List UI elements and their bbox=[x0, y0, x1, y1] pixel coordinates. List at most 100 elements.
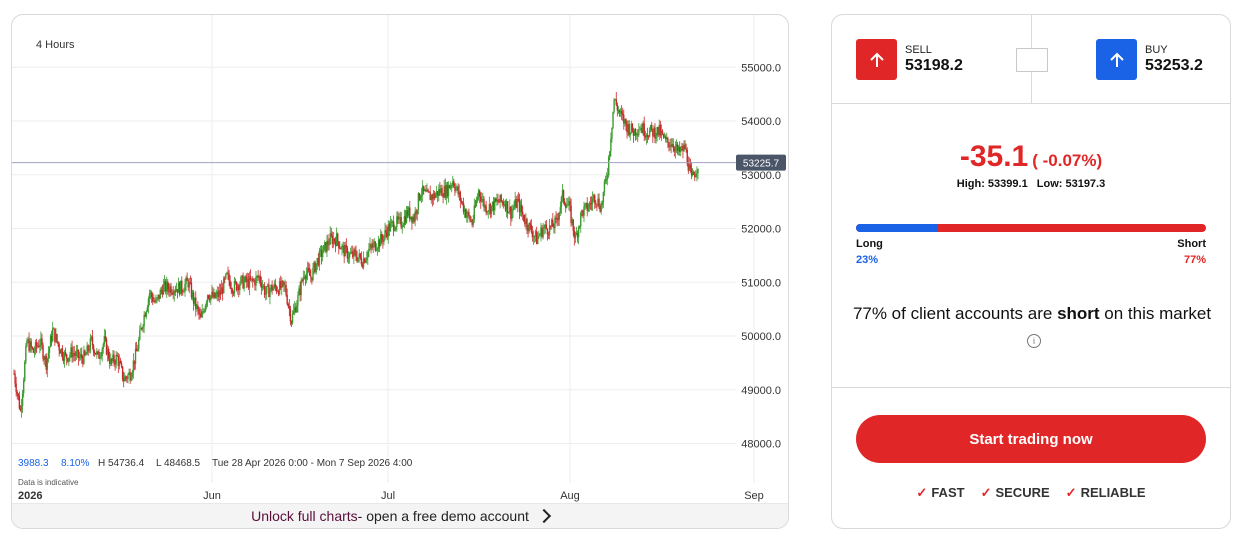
candle-body bbox=[337, 233, 339, 242]
candle-body bbox=[634, 129, 637, 136]
candle-body bbox=[287, 303, 289, 306]
candle-body bbox=[130, 376, 132, 381]
candle-body bbox=[451, 185, 453, 187]
candle-body bbox=[203, 311, 206, 313]
buy-price: 53253.2 bbox=[1145, 57, 1203, 74]
candle-body bbox=[227, 272, 229, 274]
candle-body bbox=[225, 273, 227, 279]
candle-body bbox=[537, 236, 539, 245]
info-icon[interactable]: i bbox=[1027, 333, 1041, 348]
sell-quote[interactable]: SELL 53198.2 bbox=[856, 39, 963, 80]
candle-body bbox=[672, 144, 674, 149]
candle-body bbox=[602, 192, 605, 203]
candle-body bbox=[26, 340, 28, 347]
candle-body bbox=[460, 200, 463, 202]
y-tick-label: 51000.0 bbox=[741, 277, 781, 289]
candle-body bbox=[655, 135, 657, 139]
candle-body bbox=[360, 257, 363, 265]
candle-body bbox=[230, 287, 232, 290]
candle-body bbox=[680, 149, 682, 153]
candle-body bbox=[310, 275, 312, 278]
candle-body bbox=[552, 219, 554, 227]
buy-button[interactable] bbox=[1096, 39, 1137, 80]
candle-body bbox=[25, 346, 27, 363]
candle-body bbox=[434, 194, 437, 199]
candle-body bbox=[468, 212, 470, 216]
candle-body bbox=[395, 227, 397, 230]
candle-body bbox=[224, 278, 226, 280]
candle-body bbox=[91, 336, 94, 346]
candle-body bbox=[127, 374, 129, 379]
candle-body bbox=[348, 253, 351, 258]
candle-body bbox=[186, 277, 188, 281]
candle-body bbox=[333, 238, 336, 242]
feature-label: RELIABLE bbox=[1080, 485, 1146, 500]
candle-body bbox=[401, 226, 403, 228]
sell-button[interactable] bbox=[856, 39, 897, 80]
candle-body bbox=[204, 305, 207, 312]
candle-body bbox=[197, 305, 199, 309]
candle-body bbox=[512, 208, 514, 211]
candle-body bbox=[648, 130, 651, 137]
candle-body bbox=[92, 345, 95, 353]
unlock-charts-banner[interactable]: Unlock full charts - open a free demo ac… bbox=[12, 503, 788, 528]
quote-row: SELL 53198.2 BUY 53253.2 bbox=[832, 15, 1230, 104]
candle-body bbox=[347, 257, 350, 259]
stat-change: 3988.3 bbox=[18, 458, 49, 469]
candle-body bbox=[312, 267, 314, 281]
price-chart[interactable]: 55000.0 54000.0 53000.0 52000.0 51000.0 50000… bbox=[12, 15, 789, 505]
candle-body bbox=[33, 351, 36, 353]
candle-body bbox=[475, 200, 478, 206]
y-tick-label: 53000.0 bbox=[741, 170, 781, 182]
unlock-charts-link[interactable]: Unlock full charts bbox=[251, 508, 358, 524]
candle-body bbox=[264, 293, 267, 295]
candle-body bbox=[476, 197, 479, 201]
candle-body bbox=[455, 188, 457, 191]
day-high: High: 53399.1 bbox=[956, 178, 1028, 190]
candle-body bbox=[613, 99, 615, 112]
statement-bold: short bbox=[1057, 304, 1100, 323]
candle-body bbox=[497, 199, 499, 202]
y-tick-label: 55000.0 bbox=[741, 62, 781, 74]
candle-body bbox=[567, 204, 569, 206]
candle-body bbox=[181, 280, 183, 292]
candle-body bbox=[569, 201, 571, 206]
candle-body bbox=[142, 326, 144, 329]
candle-body bbox=[427, 189, 429, 192]
change-pct: ( -0.07%) bbox=[1032, 151, 1103, 170]
buy-quote[interactable]: BUY 53253.2 bbox=[1096, 39, 1203, 80]
candle-body bbox=[305, 273, 308, 280]
feature-list: ✓ FAST ✓ SECURE ✓ RELIABLE bbox=[832, 485, 1230, 501]
candle-body bbox=[20, 405, 23, 411]
candle-body bbox=[156, 297, 158, 300]
feature-reliable: ✓ RELIABLE bbox=[1066, 485, 1146, 501]
daily-change: -35.1( -0.07%) High: 53399.1 Low: 53197.… bbox=[832, 140, 1230, 190]
candle-body bbox=[643, 123, 645, 137]
long-label: Long bbox=[856, 238, 883, 250]
candle-body bbox=[121, 366, 124, 379]
candle-body bbox=[696, 173, 698, 175]
stat-low: L 48468.5 bbox=[156, 458, 201, 469]
candle-body bbox=[355, 251, 357, 258]
candle-body bbox=[389, 222, 392, 232]
candle-body bbox=[400, 217, 402, 228]
candle-body bbox=[594, 195, 596, 203]
start-trading-button[interactable]: Start trading now bbox=[856, 415, 1206, 463]
candle-body bbox=[24, 362, 26, 381]
candle-body bbox=[526, 219, 528, 229]
candle-body bbox=[85, 354, 87, 356]
check-icon: ✓ bbox=[980, 485, 992, 500]
candle-body bbox=[578, 226, 581, 228]
candle-body bbox=[145, 311, 147, 317]
candle-body bbox=[315, 263, 317, 273]
candle-body bbox=[545, 224, 548, 229]
candle-body bbox=[487, 210, 489, 212]
short-pct: 77% bbox=[1183, 254, 1206, 266]
candle-body bbox=[150, 292, 153, 298]
candle-body bbox=[239, 284, 241, 291]
candle-body bbox=[481, 199, 483, 202]
y-tick-label: 48000.0 bbox=[741, 439, 781, 451]
candle-body bbox=[572, 219, 574, 232]
chart-panel: 55000.0 54000.0 53000.0 52000.0 51000.0 50000… bbox=[11, 14, 789, 529]
candle-body bbox=[61, 348, 64, 358]
